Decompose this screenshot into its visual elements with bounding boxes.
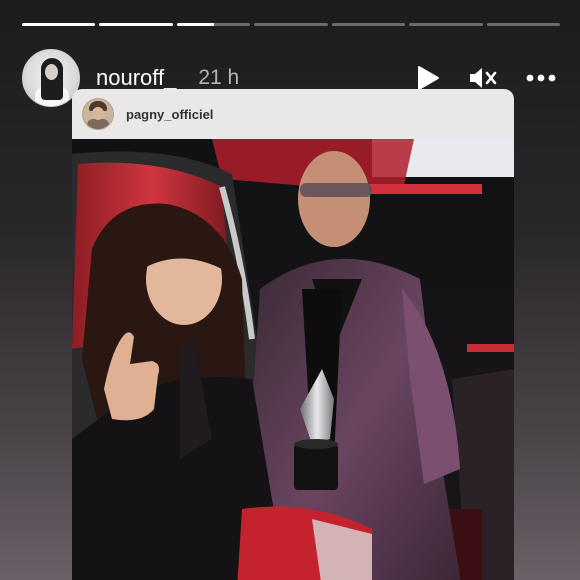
progress-segment (486, 23, 560, 26)
progress-segment (254, 23, 328, 26)
story-progress (22, 23, 560, 26)
progress-segment (331, 23, 406, 26)
shared-post-username[interactable]: pagny_officiel (126, 107, 213, 122)
story-timestamp: 21 h (198, 66, 240, 89)
play-button[interactable] (416, 65, 440, 91)
progress-segment (176, 23, 251, 26)
more-options-button[interactable] (526, 74, 556, 82)
progress-segment (99, 23, 173, 26)
muted-speaker-icon (470, 68, 497, 88)
progress-segment (22, 23, 96, 26)
mute-button[interactable] (468, 65, 498, 91)
shared-post-photo (72, 139, 514, 580)
story-controls (416, 65, 556, 91)
play-icon (418, 66, 439, 90)
more-icon (526, 74, 556, 82)
shared-post-header: pagny_officiel (72, 89, 514, 139)
progress-segment (409, 23, 483, 26)
shared-post-avatar[interactable] (82, 98, 114, 130)
shared-post-card[interactable]: pagny_officiel (72, 89, 514, 580)
story-username[interactable]: nouroff_ (96, 65, 176, 91)
story-viewer: nouroff_ 21 h pagny_officiel (0, 0, 580, 580)
